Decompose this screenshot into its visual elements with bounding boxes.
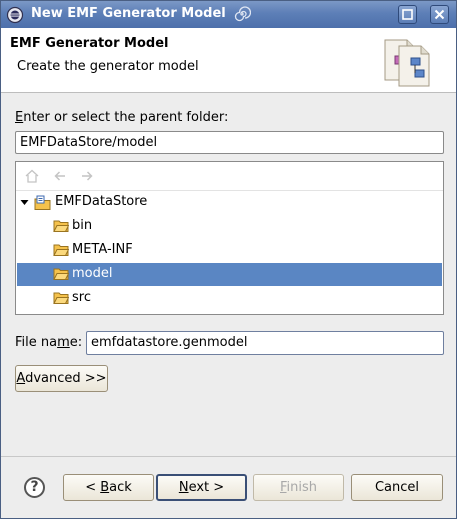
advanced-button[interactable]: Advanced >> — [15, 365, 108, 392]
window-title: New EMF Generator Model — [31, 6, 226, 21]
wizard-title: EMF Generator Model — [10, 36, 169, 51]
close-button[interactable] — [430, 5, 449, 24]
parent-folder-label: Enter or select the parent folder: — [15, 110, 229, 125]
title-bar[interactable]: New EMF Generator Model — [1, 1, 456, 28]
back-arrow-icon[interactable] — [53, 169, 67, 183]
project-icon — [34, 195, 51, 210]
wizard-header: EMF Generator Model Create the generator… — [1, 28, 456, 93]
next-button[interactable]: Next > — [156, 474, 247, 501]
finish-button[interactable]: Finish — [253, 474, 344, 501]
tree-item-meta-inf[interactable]: META-INF — [17, 239, 442, 262]
folder-icon — [53, 292, 69, 304]
help-icon[interactable]: ? — [24, 477, 45, 498]
tree-item-label: META-INF — [72, 242, 133, 257]
footer-separator — [1, 456, 456, 457]
spiral-icon — [233, 5, 252, 27]
home-icon[interactable] — [25, 169, 39, 183]
folder-icon — [53, 244, 69, 256]
tree-item-label: model — [72, 266, 113, 281]
forward-arrow-icon[interactable] — [80, 169, 94, 183]
wizard-description: Create the generator model — [17, 59, 199, 74]
genmodel-banner-icon — [379, 30, 439, 94]
tree-item-label: src — [72, 290, 91, 305]
cancel-button[interactable]: Cancel — [351, 474, 443, 501]
expand-arrow-icon[interactable] — [20, 198, 29, 207]
tree-toolbar — [16, 162, 443, 191]
folder-tree[interactable]: EMFDataStore bin META-INF model src — [15, 161, 444, 315]
back-button[interactable]: < Back — [63, 474, 154, 501]
maximize-button[interactable] — [398, 5, 417, 24]
tree-item-model[interactable]: model — [17, 263, 442, 286]
folder-icon — [53, 220, 69, 232]
tree-item-emfdatastore[interactable]: EMFDataStore — [17, 191, 442, 214]
file-name-input[interactable]: emfdatastore.genmodel — [86, 331, 444, 355]
tree-item-bin[interactable]: bin — [17, 215, 442, 238]
folder-icon — [53, 268, 69, 280]
tree-item-label: EMFDataStore — [55, 194, 148, 209]
parent-folder-input[interactable]: EMFDataStore/model — [15, 131, 444, 154]
tree-item-label: bin — [72, 218, 93, 233]
dialog-window: New EMF Generator Model EMF Generator Mo… — [0, 0, 457, 519]
tree-item-src[interactable]: src — [17, 287, 442, 310]
eclipse-icon — [6, 6, 24, 28]
file-name-label: File name: — [15, 335, 83, 350]
